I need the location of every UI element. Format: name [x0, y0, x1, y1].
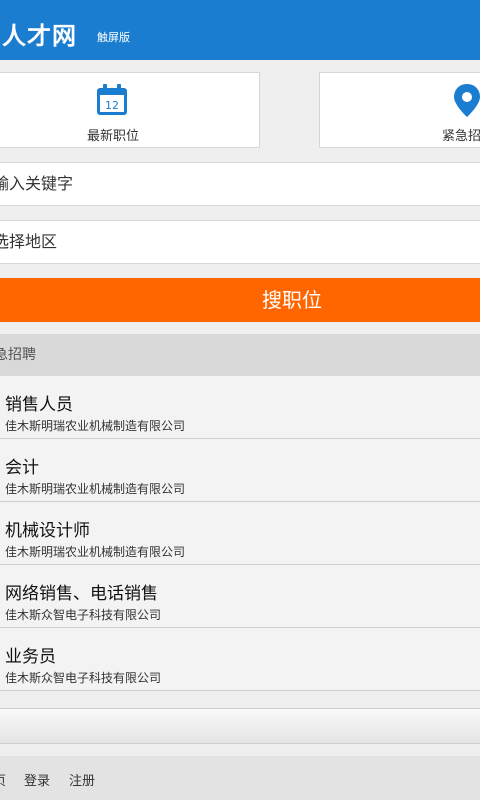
list-item[interactable]: 销售人员 佳木斯明瑞农业机械制造有限公司	[0, 376, 480, 439]
quick-link-latest-jobs[interactable]: 12 最新职位	[0, 72, 260, 148]
quick-link-label: 紧急招	[442, 129, 480, 144]
area-placeholder: 选择地区	[0, 232, 58, 251]
job-company: 佳木斯众智电子科技有限公司	[5, 608, 162, 622]
list-item[interactable]: 业务员 佳木斯众智电子科技有限公司	[0, 628, 480, 691]
search-jobs-button[interactable]: 搜职位	[0, 278, 480, 322]
footer-home-link[interactable]: 页	[0, 770, 6, 789]
job-title: 机械设计师	[5, 521, 90, 541]
job-company: 佳木斯明瑞农业机械制造有限公司	[5, 419, 186, 433]
job-title: 销售人员	[5, 395, 73, 415]
job-company: 佳木斯明瑞农业机械制造有限公司	[5, 482, 186, 496]
location-pin-icon	[454, 84, 480, 117]
list-item[interactable]: 会计 佳木斯明瑞农业机械制造有限公司	[0, 439, 480, 502]
job-list: 销售人员 佳木斯明瑞农业机械制造有限公司 会计 佳木斯明瑞农业机械制造有限公司 …	[0, 376, 480, 691]
list-item[interactable]: 网络销售、电话销售 佳木斯众智电子科技有限公司	[0, 565, 480, 628]
job-company: 佳木斯众智电子科技有限公司	[5, 671, 162, 685]
job-title: 网络销售、电话销售	[5, 584, 158, 604]
quick-link-urgent-hiring[interactable]: 紧急招	[319, 72, 480, 148]
calendar-icon-day: 12	[105, 99, 119, 112]
footer-login-link[interactable]: 登录	[24, 770, 50, 789]
quick-link-label: 最新职位	[87, 129, 140, 144]
footer-nav: 页 登录 注册	[0, 756, 480, 800]
footer-register-link[interactable]: 注册	[69, 770, 95, 789]
app-header: 人才网 触屏版	[0, 0, 480, 60]
search-jobs-label: 搜职位	[262, 288, 322, 312]
keyword-placeholder: 输入关键字	[0, 174, 74, 193]
section-title: 急招聘	[0, 347, 36, 363]
list-item[interactable]: 机械设计师 佳木斯明瑞农业机械制造有限公司	[0, 502, 480, 565]
section-header: 急招聘	[0, 334, 480, 376]
calendar-icon: 12	[97, 84, 127, 115]
job-company: 佳木斯明瑞农业机械制造有限公司	[5, 545, 186, 559]
job-title: 会计	[5, 458, 39, 478]
site-logo[interactable]: 人才网	[2, 16, 77, 51]
job-title: 业务员	[5, 647, 56, 667]
area-select[interactable]: 选择地区	[0, 220, 480, 264]
site-subtitle: 触屏版	[97, 31, 130, 44]
load-more-bar[interactable]	[0, 708, 480, 744]
keyword-input[interactable]: 输入关键字	[0, 162, 480, 206]
